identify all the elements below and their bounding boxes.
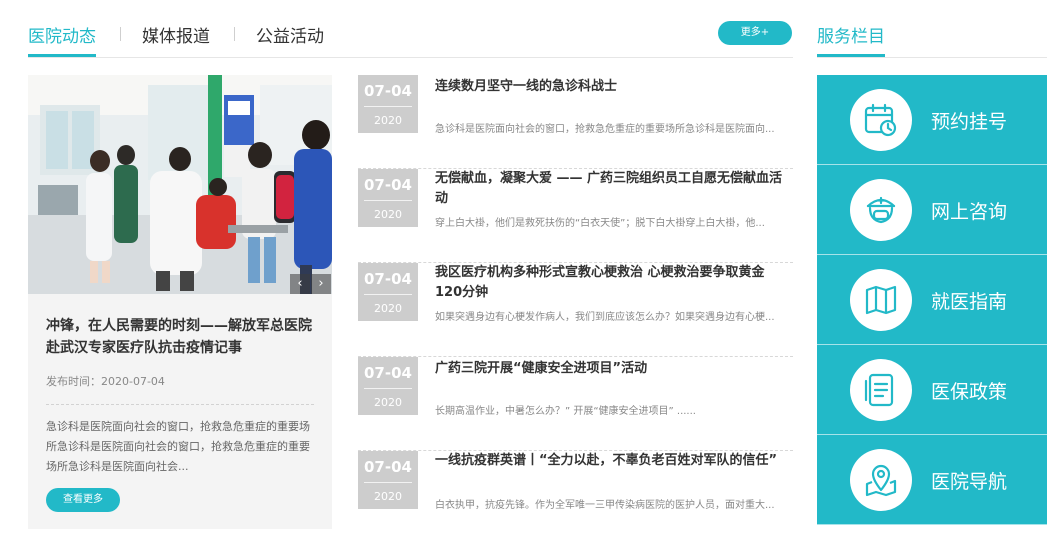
service-header-line	[817, 57, 1047, 58]
service-label: 医保政策	[931, 381, 1008, 403]
tab-divider	[120, 27, 121, 41]
news-date-md: 07-04	[364, 458, 412, 476]
news-item[interactable]: 07-04 2020 我区医疗机构多种形式宣教心梗救治 心梗救治要争取黄金120…	[358, 263, 793, 357]
news-tabs-header: 医院动态 媒体报道 公益活动 更多+	[28, 0, 793, 58]
news-item[interactable]: 07-04 2020 一线抗疫群英谱丨“全力以赴，不辜负老百姓对军队的信任” 白…	[358, 451, 793, 544]
featured-photo[interactable]	[28, 75, 332, 294]
view-more-button[interactable]: 查看更多	[46, 488, 120, 512]
service-label: 网上咨询	[931, 201, 1008, 223]
featured-date: 发布时间：2020-07-04	[46, 375, 165, 388]
news-title[interactable]: 一线抗疫群英谱丨“全力以赴，不辜负老百姓对军队的信任”	[435, 451, 785, 471]
news-date-year: 2020	[364, 200, 412, 227]
tab-media-reports[interactable]: 媒体报道	[142, 22, 210, 47]
news-date-md: 07-04	[364, 82, 412, 100]
news-item[interactable]: 07-04 2020 无偿献血，凝聚大爱 —— 广药三院组织员工自愿无偿献血活动…	[358, 169, 793, 263]
map-guide-icon	[865, 285, 897, 315]
news-description: 穿上白大褂，他们是救死扶伤的“白衣天使”；脱下白大褂穿上白大褂，他...	[435, 218, 765, 229]
date-box: 07-04 2020	[358, 451, 418, 509]
news-date-year: 2020	[364, 106, 412, 133]
slider-prev-button[interactable]: ‹	[290, 274, 310, 294]
service-hospital-navigation[interactable]: 医院导航	[817, 435, 1047, 525]
news-item[interactable]: 07-04 2020 广药三院开展“健康安全进项目”活动 长期高温作业，中暑怎么…	[358, 357, 793, 451]
service-online-consult[interactable]: 网上咨询	[817, 165, 1047, 255]
calendar-clock-icon	[864, 103, 897, 137]
service-icon-circle	[850, 89, 912, 151]
more-button[interactable]: 更多+	[718, 21, 792, 45]
news-date-year: 2020	[364, 388, 412, 415]
news-date-year: 2020	[364, 294, 412, 321]
service-icon-circle	[850, 179, 912, 241]
service-label: 就医指南	[931, 291, 1008, 313]
service-appointment[interactable]: 预约挂号	[817, 75, 1047, 165]
tab-divider	[234, 27, 235, 41]
date-box: 07-04 2020	[358, 357, 418, 415]
news-description: 急诊科是医院面向社会的窗口，抢救急危重症的重要场所急诊科是医院面向...	[435, 124, 775, 135]
date-box: 07-04 2020	[358, 169, 418, 227]
date-box: 07-04 2020	[358, 75, 418, 133]
featured-divider	[46, 404, 314, 405]
service-medical-guide[interactable]: 就医指南	[817, 255, 1047, 345]
date-box: 07-04 2020	[358, 263, 418, 321]
doctor-icon	[866, 196, 896, 224]
news-date-md: 07-04	[364, 364, 412, 382]
location-map-icon	[865, 464, 897, 497]
featured-title[interactable]: 冲锋，在人民需要的时刻——解放军总医院赴武汉专家医疗队抗击疫情记事	[46, 315, 316, 359]
news-title[interactable]: 连续数月坚守一线的急诊科战士	[435, 77, 785, 97]
news-date-md: 07-04	[364, 270, 412, 288]
document-list-icon	[864, 373, 894, 407]
news-date-md: 07-04	[364, 176, 412, 194]
service-section-title: 服务栏目	[817, 27, 885, 47]
featured-article-card: ‹ › 冲锋，在人民需要的时刻——解放军总医院赴武汉专家医疗队抗击疫情记事 发布…	[28, 75, 332, 529]
tab-public-welfare[interactable]: 公益活动	[256, 22, 324, 47]
service-icon-circle	[850, 449, 912, 511]
service-label: 医院导航	[931, 471, 1008, 493]
news-date-year: 2020	[364, 482, 412, 509]
news-description: 如果突遇身边有心梗发作病人，我们到底应该怎么办？如果突遇身边有心梗...	[435, 312, 775, 323]
news-description: 长期高温作业，中暑怎么办？” 开展“健康安全进项目” ......	[435, 406, 696, 417]
service-icon-circle	[850, 359, 912, 421]
news-description: 白衣执甲，抗疫先锋。作为全军唯一三甲传染病医院的医护人员，面对重大...	[435, 500, 775, 511]
news-title[interactable]: 我区医疗机构多种形式宣教心梗救治 心梗救治要争取黄金120分钟	[435, 263, 785, 303]
hospital-scene-photo	[28, 75, 332, 294]
service-label: 预约挂号	[931, 111, 1008, 133]
service-insurance-policy[interactable]: 医保政策	[817, 345, 1047, 435]
featured-description: 急诊科是医院面向社会的窗口，抢救急危重症的重要场所急诊科是医院面向社会的窗口，抢…	[46, 420, 310, 473]
active-tab-underline	[28, 54, 96, 57]
tab-hospital-news[interactable]: 医院动态	[28, 22, 96, 47]
slider-next-button[interactable]: ›	[311, 274, 331, 294]
news-title[interactable]: 广药三院开展“健康安全进项目”活动	[435, 359, 785, 379]
service-icon-circle	[850, 269, 912, 331]
news-title[interactable]: 无偿献血，凝聚大爱 —— 广药三院组织员工自愿无偿献血活动	[435, 169, 785, 209]
news-item[interactable]: 07-04 2020 连续数月坚守一线的急诊科战士 急诊科是医院面向社会的窗口，…	[358, 75, 793, 169]
